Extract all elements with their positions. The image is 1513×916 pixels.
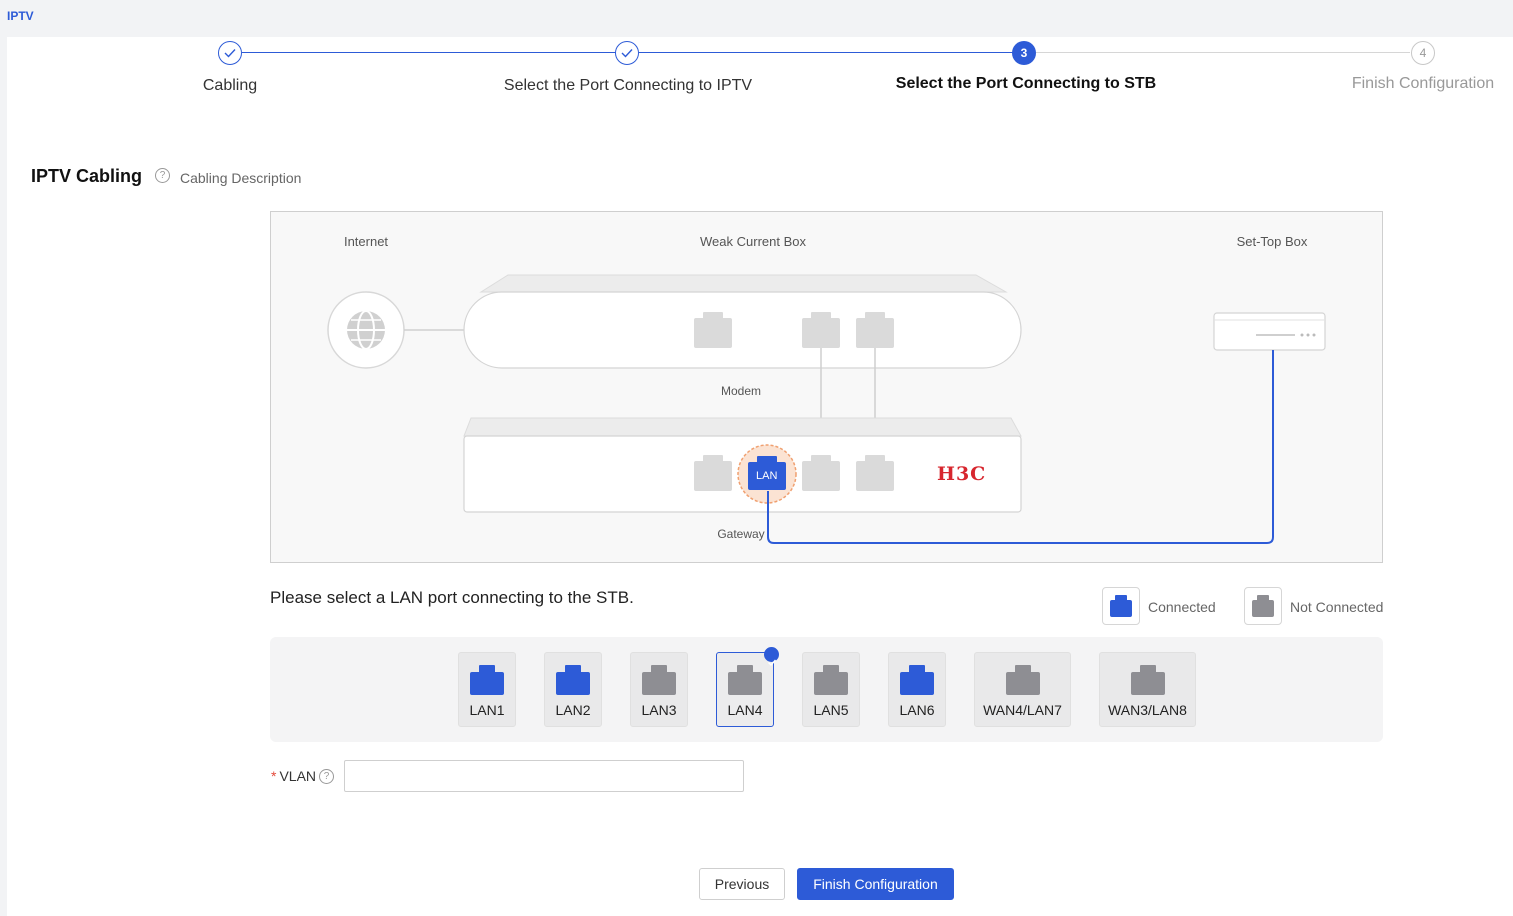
step-connector-2 xyxy=(639,52,1013,53)
step-connector-1 xyxy=(242,52,616,53)
cabling-diagram: Internet Weak Current Box Set-Top Box LA… xyxy=(270,211,1383,563)
port-selector: LAN1 LAN2 LAN3 LAN4 LAN5 LAN6 WAN4/LAN7 xyxy=(270,637,1383,742)
step-4-label: Finish Configuration xyxy=(1351,75,1495,92)
step-2-check-icon xyxy=(615,41,639,65)
previous-button[interactable]: Previous xyxy=(699,868,785,900)
port-label: LAN4 xyxy=(727,702,763,718)
selected-check-icon xyxy=(764,647,779,666)
port-lan4[interactable]: LAN4 xyxy=(716,647,779,727)
port-wan4-lan7[interactable]: WAN4/LAN7 xyxy=(974,652,1071,727)
ethernet-port-icon xyxy=(900,665,934,695)
port-lan5[interactable]: LAN5 xyxy=(802,652,860,727)
ethernet-port-icon xyxy=(470,665,504,695)
step-1-label: Cabling xyxy=(202,77,258,94)
not-connected-port-icon xyxy=(1244,587,1282,625)
port-wan3-lan8[interactable]: WAN3/LAN8 xyxy=(1099,652,1196,727)
connected-port-icon xyxy=(1102,587,1140,625)
question-icon[interactable]: ? xyxy=(155,168,170,183)
select-port-prompt: Please select a LAN port connecting to t… xyxy=(270,588,634,607)
port-label: WAN3/LAN8 xyxy=(1108,702,1187,718)
legend-connected-label: Connected xyxy=(1148,599,1216,615)
vlan-help-icon[interactable]: ? xyxy=(319,769,334,784)
step-3-number: 3 xyxy=(1012,41,1036,65)
port-lan6[interactable]: LAN6 xyxy=(888,652,946,727)
vlan-label-text: VLAN xyxy=(279,768,317,784)
legend-not-connected-label: Not Connected xyxy=(1290,599,1384,615)
step-1-check-icon xyxy=(218,41,242,65)
required-mark: * xyxy=(271,768,277,784)
port-lan1[interactable]: LAN1 xyxy=(458,652,516,727)
section-title: IPTV Cabling xyxy=(31,166,143,186)
ethernet-port-icon xyxy=(556,665,590,695)
step-4-number: 4 xyxy=(1411,41,1435,65)
wizard-panel: 3 4 Cabling Select the Port Connecting t… xyxy=(7,37,1513,916)
ethernet-port-icon xyxy=(1005,665,1040,695)
page-title: IPTV xyxy=(7,9,34,23)
cabling-description-link[interactable]: Cabling Description xyxy=(180,170,301,186)
port-label: LAN2 xyxy=(555,702,591,718)
ethernet-port-icon xyxy=(728,665,762,695)
set-top-box-device xyxy=(1213,312,1326,351)
gateway-label: Gateway xyxy=(717,527,765,541)
ethernet-port-icon xyxy=(814,665,848,695)
globe-icon xyxy=(327,291,405,369)
finish-configuration-button[interactable]: Finish Configuration xyxy=(797,868,954,900)
ethernet-port-icon xyxy=(642,665,676,695)
port-label: LAN5 xyxy=(813,702,849,718)
lan-badge: LAN xyxy=(756,470,778,482)
modem-device xyxy=(463,274,1022,369)
port-label: LAN6 xyxy=(899,702,935,718)
h3c-logo: H3C xyxy=(937,463,987,485)
port-lan3[interactable]: LAN3 xyxy=(630,652,688,727)
port-lan2[interactable]: LAN2 xyxy=(544,652,602,727)
step-3-label: Select the Port Connecting to STB xyxy=(895,75,1157,92)
port-label: LAN3 xyxy=(641,702,677,718)
vlan-input[interactable] xyxy=(344,760,744,792)
step-2-label: Select the Port Connecting to IPTV xyxy=(503,77,753,94)
step-connector-3 xyxy=(1036,52,1410,53)
port-label: LAN1 xyxy=(469,702,505,718)
modem-label: Modem xyxy=(720,384,762,398)
port-label: WAN4/LAN7 xyxy=(983,702,1062,718)
vlan-label: * VLAN xyxy=(271,768,316,784)
ethernet-port-icon xyxy=(1130,665,1165,695)
diagram-graphic xyxy=(327,274,1326,544)
